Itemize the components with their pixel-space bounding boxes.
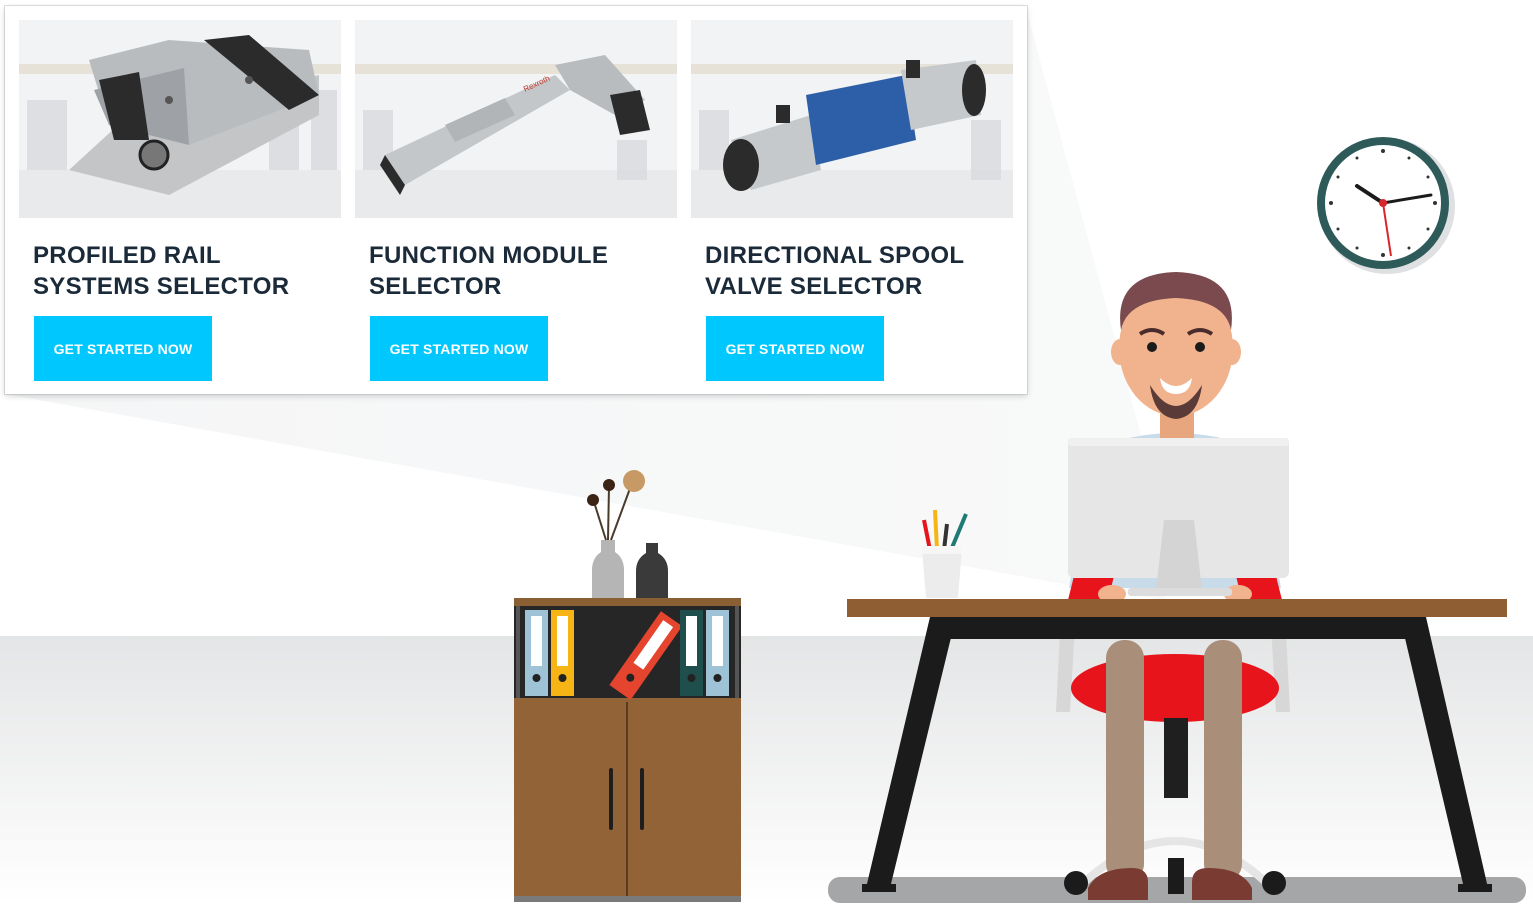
card-title: PROFILED RAIL SYSTEMS SELECTOR [33,240,333,302]
get-started-button-profiled-rail[interactable]: GET STARTED NOW [34,316,212,381]
get-started-button-function-module[interactable]: GET STARTED NOW [370,316,548,381]
card-title: FUNCTION MODULE SELECTOR [369,240,669,302]
floor [0,636,1533,905]
get-started-button-directional-valve[interactable]: GET STARTED NOW [706,316,884,381]
selector-card-directional-valve: DIRECTIONAL SPOOL VALVE SELECTOR GET STA… [691,20,1013,390]
monitor-icon [1068,438,1289,596]
linear-function-module-photo: Rexroth [355,20,677,218]
clock-icon [1317,137,1455,274]
card-title-line2: SELECTOR [369,273,502,300]
card-title: DIRECTIONAL SPOOL VALVE SELECTOR [705,240,1005,302]
selector-card-function-module: Rexroth FUNCTION MODULE SELECTOR GET STA… [355,20,677,390]
selector-cards-panel: PROFILED RAIL SYSTEMS SELECTOR GET START… [5,6,1027,394]
card-title-line1: PROFILED RAIL [33,242,221,269]
selector-card-profiled-rail: PROFILED RAIL SYSTEMS SELECTOR GET START… [19,20,341,390]
card-title-line1: DIRECTIONAL SPOOL [705,242,965,269]
card-title-line2: SYSTEMS SELECTOR [33,273,290,300]
card-title-line2: VALVE SELECTOR [705,273,923,300]
directional-spool-valve-photo [691,20,1013,218]
card-title-line1: FUNCTION MODULE [369,242,609,269]
profiled-rail-block-photo [19,20,341,218]
